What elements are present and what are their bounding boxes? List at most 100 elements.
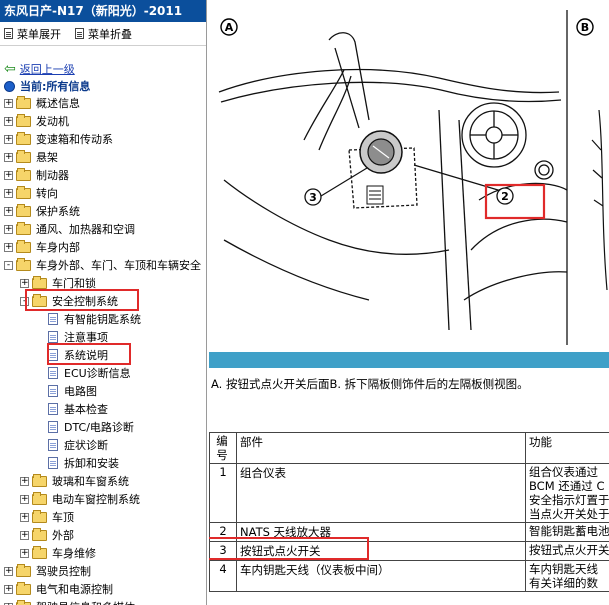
- folder-icon: [32, 473, 47, 487]
- tree-node[interactable]: + 外部: [0, 526, 206, 544]
- collapse-node-icon[interactable]: -: [4, 260, 13, 270]
- table-row: 1 组合仪表 组合仪表通过 BCM 还通过 C 安全指示灯置于 当点火开关处于: [209, 463, 609, 523]
- current-location: 当前:所有信息: [4, 78, 90, 94]
- document-icon: [48, 457, 58, 469]
- tree-node-label: 电气和电源控制: [36, 583, 113, 596]
- expand-node-icon[interactable]: +: [4, 188, 13, 198]
- folder-icon: [16, 563, 31, 577]
- tree-node[interactable]: + 车顶: [0, 508, 206, 526]
- tree-node[interactable]: + 发动机: [0, 112, 206, 130]
- table-row: 4 车内钥匙天线（仪表板中间） 车内钥匙天线 有关详细的数: [209, 560, 609, 592]
- row-number: 1: [209, 463, 237, 523]
- tree-node-label: 车身维修: [52, 547, 96, 560]
- app-title: 东风日产-N17（新阳光）-2011: [0, 0, 206, 22]
- tree-node[interactable]: 拆卸和安装: [0, 454, 206, 472]
- collapse-menu-button[interactable]: 菜单折叠: [75, 26, 132, 42]
- tree-node[interactable]: 有智能钥匙系统: [0, 310, 206, 328]
- expand-node-icon[interactable]: +: [20, 512, 29, 522]
- expand-node-icon[interactable]: +: [20, 278, 29, 288]
- expand-node-icon[interactable]: +: [4, 566, 13, 576]
- panel-b-label: B: [576, 18, 594, 36]
- tree-node-label: 保护系统: [36, 205, 80, 218]
- expand-node-icon[interactable]: +: [4, 98, 13, 108]
- tree-node[interactable]: ECU诊断信息: [0, 364, 206, 382]
- tree-node[interactable]: + 车身内部: [0, 238, 206, 256]
- function-lines: 车内钥匙天线 有关详细的数: [529, 562, 609, 590]
- tree-node-label: 车顶: [52, 511, 74, 524]
- function-lines: 智能钥匙蓄电池: [529, 524, 609, 538]
- tree-node[interactable]: 基本检查: [0, 400, 206, 418]
- tree-node[interactable]: + 保护系统: [0, 202, 206, 220]
- tree-node-label: 玻璃和车窗系统: [52, 475, 129, 488]
- tree-node[interactable]: 症状诊断: [0, 436, 206, 454]
- navigation-pane: 东风日产-N17（新阳光）-2011 菜单展开 菜单折叠 ⇦ 返回上一级 当前:…: [0, 0, 207, 605]
- tree-node[interactable]: + 通风、加热器和空调: [0, 220, 206, 238]
- expand-node-icon[interactable]: +: [4, 170, 13, 180]
- tree-node-label: 有智能钥匙系统: [64, 313, 141, 326]
- collapse-icon: [75, 28, 84, 39]
- highlight-box-nats-row: [209, 537, 369, 560]
- expand-node-icon[interactable]: +: [4, 242, 13, 252]
- tree-node[interactable]: + 悬架: [0, 148, 206, 166]
- tree-node-label: 悬架: [36, 151, 58, 164]
- folder-icon: [16, 95, 31, 109]
- expand-menu-label: 菜单展开: [17, 27, 61, 41]
- tree-node-label: 症状诊断: [64, 439, 108, 452]
- function-line: 当点火开关处于: [529, 507, 609, 521]
- row-number: 4: [209, 560, 237, 592]
- expand-node-icon[interactable]: +: [4, 134, 13, 144]
- function-line: 组合仪表通过: [529, 465, 598, 479]
- tree-node-label: 发动机: [36, 115, 69, 128]
- tree-node-label: 制动器: [36, 169, 69, 182]
- tree-node-label: 电路图: [64, 385, 97, 398]
- tree-node-label: 驾驶员信息和多媒体: [36, 599, 135, 605]
- tree-node[interactable]: + 电动车窗控制系统: [0, 490, 206, 508]
- row-part: 组合仪表: [236, 463, 526, 523]
- document-icon: [48, 385, 58, 397]
- header-function: 功能: [525, 432, 609, 464]
- tree-node[interactable]: 电路图: [0, 382, 206, 400]
- expand-node-icon[interactable]: +: [4, 206, 13, 216]
- expand-node-icon[interactable]: +: [4, 152, 13, 162]
- tree-node[interactable]: + 转向: [0, 184, 206, 202]
- tree-node[interactable]: + 车身维修: [0, 544, 206, 562]
- folder-icon: [32, 509, 47, 523]
- collapse-menu-label: 菜单折叠: [88, 27, 132, 41]
- function-line: 安全指示灯置于: [529, 493, 609, 507]
- header-part: 部件: [236, 432, 526, 464]
- function-line: 有关详细的数: [529, 576, 598, 590]
- row-function: 按钮式点火开关: [525, 541, 609, 561]
- expand-node-icon[interactable]: +: [20, 530, 29, 540]
- expand-node-icon[interactable]: +: [4, 224, 13, 234]
- folder-icon: [16, 599, 31, 605]
- document-icon: [48, 439, 58, 451]
- back-arrow-icon: ⇦: [4, 61, 16, 77]
- expand-icon: [4, 28, 13, 39]
- svg-text:A: A: [225, 21, 234, 34]
- highlight-box-safety-control: [25, 289, 139, 311]
- tree-node[interactable]: + 电气和电源控制: [0, 580, 206, 598]
- tree-node[interactable]: +驾驶员信息和多媒体: [0, 598, 206, 605]
- panel-a-label: A: [220, 18, 238, 36]
- tree-node[interactable]: + 制动器: [0, 166, 206, 184]
- function-lines: 组合仪表通过 BCM 还通过 C 安全指示灯置于 当点火开关处于: [529, 465, 609, 521]
- back-link[interactable]: 返回上一级: [20, 61, 75, 77]
- expand-node-icon[interactable]: +: [4, 116, 13, 126]
- tree-node[interactable]: - 车身外部、车门、车顶和车辆安全: [0, 256, 206, 274]
- expand-node-icon[interactable]: +: [20, 494, 29, 504]
- folder-icon: [32, 545, 47, 559]
- tree-node[interactable]: + 变速箱和传动系: [0, 130, 206, 148]
- tree-node[interactable]: + 玻璃和车窗系统: [0, 472, 206, 490]
- expand-menu-button[interactable]: 菜单展开: [4, 26, 61, 42]
- tree-node[interactable]: + 概述信息: [0, 94, 206, 112]
- tree-node-label: 车身外部、车门、车顶和车辆安全: [36, 259, 201, 272]
- figure-caption: A. 按钮式点火开关后面B. 拆下隔板侧饰件后的左隔板侧视图。: [211, 377, 529, 391]
- tree-node[interactable]: + 驾驶员控制: [0, 562, 206, 580]
- expand-node-icon[interactable]: +: [20, 476, 29, 486]
- location-icon: [4, 80, 15, 92]
- row-function: 组合仪表通过 BCM 还通过 C 安全指示灯置于 当点火开关处于: [525, 463, 609, 523]
- expand-node-icon[interactable]: +: [4, 584, 13, 594]
- table-header-row: 编号 部件 功能: [209, 432, 609, 464]
- expand-node-icon[interactable]: +: [20, 548, 29, 558]
- tree-node[interactable]: DTC/电路诊断: [0, 418, 206, 436]
